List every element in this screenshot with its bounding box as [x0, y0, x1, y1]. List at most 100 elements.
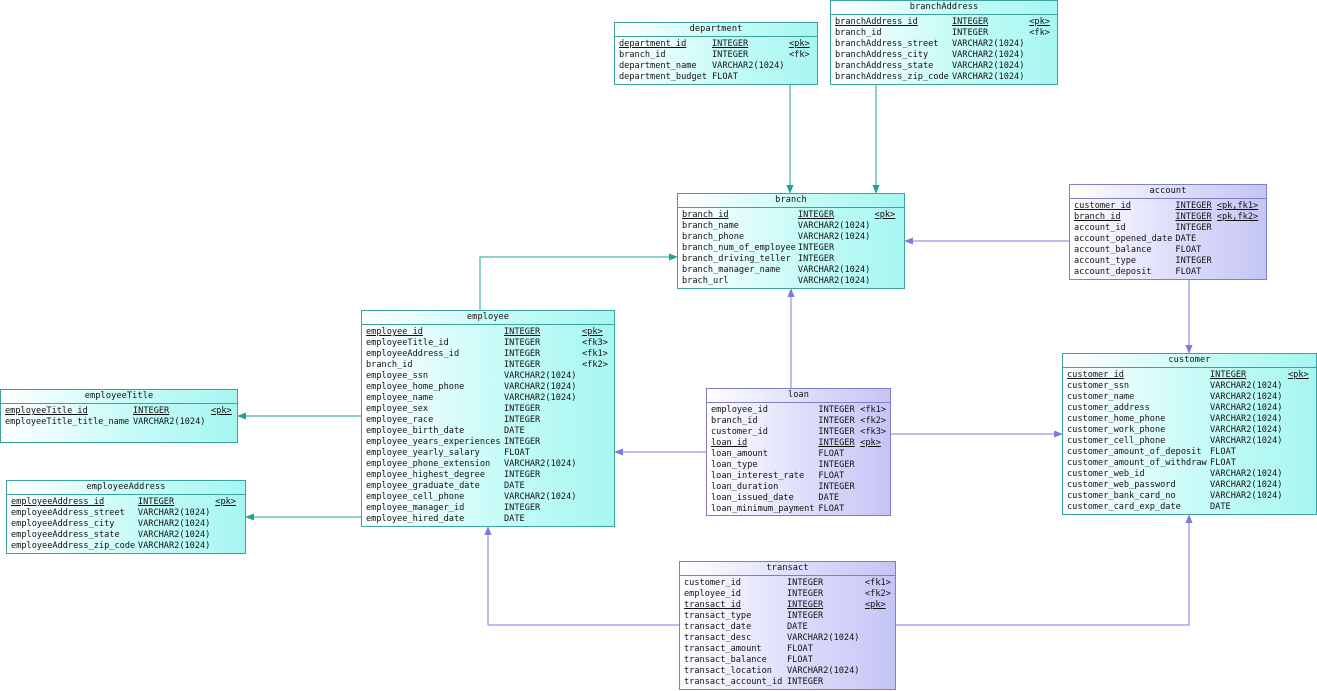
attribute-type: VARCHAR2(1024) [787, 633, 860, 643]
entity-customer[interactable]: customer customer_id INTEGER <pk> customer_… [1062, 353, 1317, 515]
attribute-row: branch_id INTEGER <fk> [619, 50, 817, 61]
attribute-type: INTEGER [951, 28, 989, 38]
attribute-type: VARCHAR2(1024) [1210, 403, 1283, 413]
attribute-type: INTEGER [797, 210, 835, 220]
attribute-name: transact_amount [684, 644, 762, 654]
attribute-type: VARCHAR2(1024) [504, 459, 577, 469]
entity-title: customer [1063, 354, 1316, 368]
attribute-name: branch_num_of_employee [682, 243, 796, 253]
attribute-name: branchAddress_street [835, 39, 939, 49]
attribute-type: VARCHAR2(1024) [797, 276, 871, 286]
attribute-type: FLOAT [818, 449, 845, 459]
attribute-name: loan_amount [711, 449, 768, 459]
attribute-key [875, 254, 904, 265]
attribute-key: <fk2> [582, 360, 608, 370]
attribute-key [1029, 50, 1057, 61]
attribute-name: branch_id [682, 210, 729, 220]
attribute-key [1217, 256, 1266, 267]
attribute-name: employeeAddress_state [11, 530, 120, 540]
attribute-type: VARCHAR2(1024) [1210, 480, 1283, 490]
attribute-key [1217, 267, 1266, 278]
attribute-type: VARCHAR2(1024) [787, 666, 860, 676]
attribute-name: transact_date [684, 622, 752, 632]
attribute-key [215, 519, 245, 530]
attribute-row: customer_card_exp_date DATE [1067, 502, 1316, 513]
attribute-name: branch_id [1074, 212, 1121, 222]
attribute-row: employee_highest_degree INTEGER [366, 470, 614, 481]
attribute-type: INTEGER [712, 50, 749, 60]
attribute-key [1217, 223, 1266, 234]
attribute-key [582, 393, 614, 404]
entity-employeeaddress[interactable]: employeeAddress employeeAddress_id INTEGE… [6, 480, 246, 554]
attribute-key [789, 61, 817, 72]
attribute-type: VARCHAR2(1024) [504, 371, 577, 381]
attribute-key [582, 382, 614, 393]
attribute-type: VARCHAR2(1024) [137, 541, 211, 551]
attribute-name: customer_id [711, 427, 768, 437]
attribute-type: INTEGER [797, 243, 835, 253]
attribute-row: customer_cell_phone VARCHAR2(1024) [1067, 436, 1316, 447]
attribute-type: VARCHAR2(1024) [504, 393, 577, 403]
attribute-type: VARCHAR2(1024) [137, 519, 211, 529]
entity-employeetitle[interactable]: employeeTitle employeeTitle_id INTEGER <pk… [0, 389, 238, 443]
attribute-type: INTEGER [504, 470, 541, 480]
attribute-name: customer_name [1067, 392, 1135, 402]
attribute-row: transact_location VARCHAR2(1024) [684, 666, 895, 677]
link-employee-branch [479, 253, 678, 310]
attribute-name: employee_hired_date [366, 514, 465, 524]
entity-title: employeeAddress [7, 481, 245, 495]
attribute-name: customer_id [684, 578, 741, 588]
attribute-name: branchAddress_city [835, 50, 929, 60]
attribute-name: customer_card_exp_date [1067, 502, 1181, 512]
entity-department[interactable]: department department_id INTEGER <pk> branc… [614, 22, 818, 85]
attribute-type: INTEGER [133, 406, 170, 416]
attribute-list: customer_id INTEGER <fk1> employee_id INTEGE… [680, 576, 895, 688]
attribute-type: VARCHAR2(1024) [1210, 436, 1283, 446]
attribute-key [582, 514, 614, 525]
entity-account[interactable]: account customer_id INTEGER <pk,fk1> branch… [1069, 184, 1267, 280]
attribute-type: FLOAT [504, 448, 530, 458]
attribute-key: <pk,fk2> [1216, 212, 1259, 222]
attribute-row: customer_amount_of_withdraw FLOAT [1067, 458, 1316, 469]
attribute-name: loan_type [711, 460, 758, 470]
attribute-key [1288, 414, 1314, 425]
attribute-key: <pk> [211, 406, 232, 416]
attribute-key [582, 470, 614, 481]
attribute-row: branchAddress_street VARCHAR2(1024) [835, 39, 1057, 50]
entity-loan[interactable]: loan employee_id INTEGER <fk1> branch_id INT… [706, 388, 891, 516]
entity-title: branchAddress [831, 1, 1057, 15]
attribute-row: branchAddress_zip_code VARCHAR2(1024) [835, 72, 1057, 83]
attribute-key: <fk3> [582, 338, 608, 348]
entity-title: department [615, 23, 817, 37]
entity-transact[interactable]: transact customer_id INTEGER <fk1> employee… [679, 561, 896, 690]
attribute-list: employee_id INTEGER <pk> employeeTitle_id IN… [362, 325, 614, 525]
attribute-key [1029, 72, 1057, 83]
attribute-name: employee_highest_degree [366, 470, 485, 480]
attribute-name: account_deposit [1074, 267, 1152, 277]
attribute-key [875, 221, 904, 232]
attribute-key [865, 644, 895, 655]
entity-branch[interactable]: branch branch_id INTEGER <pk> branch_name VA… [677, 193, 905, 289]
attribute-row: loan_amount FLOAT [711, 449, 890, 460]
entity-branchaddress[interactable]: branchAddress branchAddress_id INTEGER <pk… [830, 0, 1058, 85]
attribute-row: employeeAddress_city VARCHAR2(1024) [11, 519, 245, 530]
attribute-name: branchAddress_zip_code [835, 72, 949, 82]
attribute-key: <pk> [1288, 370, 1309, 380]
attribute-name: employee_race [366, 415, 434, 425]
entity-employee[interactable]: employee employee_id INTEGER <pk> employeeT… [361, 310, 615, 527]
attribute-row: employee_birth_date DATE [366, 426, 614, 437]
attribute-row: department_budget FLOAT [619, 72, 817, 83]
attribute-row: branch_driving_teller INTEGER [682, 254, 904, 265]
link-transact-customer [896, 514, 1193, 626]
attribute-type: FLOAT [1210, 458, 1236, 468]
attribute-row: employeeAddress_street VARCHAR2(1024) [11, 508, 245, 519]
attribute-name: employee_home_phone [366, 382, 465, 392]
attribute-key: <fk2> [860, 416, 887, 426]
attribute-list: customer_id INTEGER <pk> customer_ssn VARCHA… [1063, 368, 1316, 513]
attribute-key [1288, 447, 1314, 458]
attribute-name: customer_bank_card_no [1067, 491, 1176, 501]
attribute-name: loan_id [711, 438, 748, 448]
attribute-row: transact_balance FLOAT [684, 655, 895, 666]
attribute-name: transact_id [684, 600, 741, 610]
entity-title: loan [707, 389, 890, 403]
